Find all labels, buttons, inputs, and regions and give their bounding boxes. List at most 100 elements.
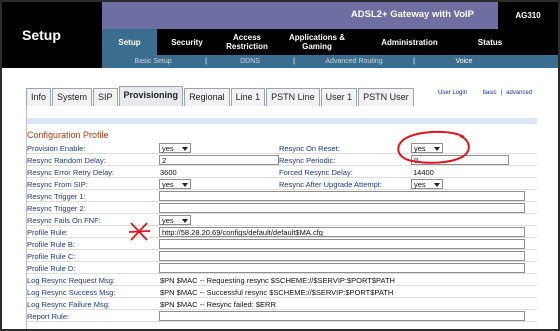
- panel-header-bar: [27, 118, 537, 124]
- tab-pstn-line[interactable]: PSTN Line: [266, 88, 320, 106]
- resync-periodic-label: Resync Periodic:: [279, 156, 336, 165]
- resync-periodic-input[interactable]: 0: [411, 155, 509, 165]
- provision-enable-select[interactable]: yes: [159, 143, 191, 153]
- nav-tab-applications-gaming[interactable]: Applications & Gaming: [277, 29, 357, 55]
- left-stripe: [2, 68, 20, 329]
- nav-tab-security[interactable]: Security: [157, 29, 217, 55]
- section-title: Configuration Profile: [27, 130, 109, 140]
- form-row: Log Resync Request Msg: $PN $MAC -- Requ…: [27, 275, 537, 286]
- resync-random-delay-label: Resync Random Delay:: [27, 156, 106, 165]
- report-rule-label: Report Rule:: [27, 312, 70, 321]
- resync-on-reset-label: Resync On Reset:: [279, 144, 340, 153]
- tab-provisioning[interactable]: Provisioning: [118, 86, 184, 106]
- form-row: Log Resync Failure Msg: $PN $MAC -- Resy…: [27, 299, 537, 310]
- resync-fails-on-fnf-label: Resync Fails On FNF:: [27, 216, 101, 225]
- user-login-link[interactable]: User Login: [438, 90, 467, 96]
- form-row: Resync Trigger 1:: [27, 191, 537, 202]
- resync-error-retry-delay-value[interactable]: 3600: [160, 168, 177, 177]
- profile-rule-c-label: Profile Rule C:: [27, 252, 76, 261]
- chevron-down-icon: [182, 183, 188, 187]
- resync-from-sip-select[interactable]: yes: [159, 179, 191, 189]
- form-row: Resync From SIP: yes Resync After Upgrad…: [27, 179, 537, 190]
- profile-rule-label: Profile Rule:: [27, 228, 68, 237]
- form-row: Resync Random Delay: 2 Resync Periodic: …: [27, 155, 537, 166]
- form-row: Resync Error Retry Delay: 3600 Forced Re…: [27, 167, 537, 178]
- resync-from-sip-value: yes: [162, 180, 174, 189]
- main-nav: Setup Security Access Restriction Applic…: [102, 29, 558, 55]
- links-separator: |: [500, 90, 503, 96]
- subnav-ddns[interactable]: DDNS: [208, 58, 292, 65]
- log-failure-label: Log Resync Failure Msg:: [27, 300, 110, 309]
- nav-tab-administration[interactable]: Administration: [357, 29, 462, 55]
- subnav-voice[interactable]: Voice: [416, 58, 512, 65]
- chevron-down-icon: [434, 147, 440, 151]
- resync-trigger-2-input[interactable]: [159, 203, 525, 213]
- form-row: Resync Fails On FNF: yes: [27, 215, 537, 226]
- header: Setup ADSL2+ Gateway with VoIP AG310 Set…: [2, 2, 558, 68]
- forced-resync-delay-label: Forced Resync Delay:: [279, 168, 353, 177]
- log-success-label: Log Resync Success Msg:: [27, 288, 116, 297]
- chevron-down-icon: [182, 147, 188, 151]
- resync-trigger-1-input[interactable]: [159, 191, 525, 201]
- product-name: ADSL2+ Gateway with VoIP: [350, 9, 474, 20]
- resync-after-upgrade-value: yes: [414, 180, 426, 189]
- profile-rule-b-label: Profile Rule B:: [27, 240, 75, 249]
- profile-rule-d-label: Profile Rule D:: [27, 264, 76, 273]
- subnav-basic-setup[interactable]: Basic Setup: [102, 58, 204, 65]
- content-area: Info System SIP Provisioning Regional Li…: [2, 68, 558, 329]
- tab-pstn-user[interactable]: PSTN User: [358, 88, 414, 106]
- product-banner: ADSL2+ Gateway with VoIP AG310: [102, 2, 558, 29]
- form-row: Log Resync Success Msg: $PN $MAC -- Succ…: [27, 287, 537, 298]
- forced-resync-delay-value[interactable]: 14400: [413, 168, 434, 177]
- log-success-value[interactable]: $PN $MAC -- Successful resync $SCHEME://…: [160, 288, 393, 297]
- resync-on-reset-value: yes: [414, 144, 426, 153]
- form-row: Resync Trigger 2:: [27, 203, 537, 214]
- report-rule-input[interactable]: [159, 311, 525, 321]
- tab-regional[interactable]: Regional: [184, 88, 230, 106]
- profile-rule-d-input[interactable]: [159, 263, 525, 273]
- resync-after-upgrade-label: Resync After Upgrade Attempt:: [279, 180, 382, 189]
- form-row: Report Rule:: [27, 311, 537, 322]
- form-row: Profile Rule B:: [27, 239, 537, 250]
- resync-from-sip-label: Resync From SIP:: [27, 180, 88, 189]
- provision-enable-label: Provision Enable:: [27, 144, 86, 153]
- profile-rule-b-input[interactable]: [159, 239, 525, 249]
- resync-on-reset-select[interactable]: yes: [411, 143, 443, 153]
- log-request-label: Log Resync Request Msg:: [27, 276, 115, 285]
- subnav-advanced-routing[interactable]: Advanced Routing: [296, 58, 412, 65]
- log-failure-value[interactable]: $PN $MAC -- Resync failed: $ERR: [160, 300, 276, 309]
- resync-random-delay-input[interactable]: 2: [159, 155, 279, 165]
- tab-user-1[interactable]: User 1: [320, 88, 358, 106]
- voice-tabs: Info System SIP Provisioning Regional Li…: [26, 86, 415, 106]
- tab-line-1[interactable]: Line 1: [230, 88, 266, 106]
- resync-trigger-2-label: Resync Trigger 2:: [27, 204, 86, 213]
- form-row: Provision Enable: yes Resync On Reset: y…: [27, 143, 537, 154]
- form-row: Profile Rule: http://58.28.20.69/configs…: [27, 227, 537, 238]
- advanced-link[interactable]: advanced: [506, 90, 532, 96]
- nav-tab-access-restriction[interactable]: Access Restriction: [217, 29, 277, 55]
- resync-fails-on-fnf-value: yes: [162, 216, 174, 225]
- router-admin-window: Setup ADSL2+ Gateway with VoIP AG310 Set…: [0, 0, 560, 331]
- page-title: Setup: [22, 27, 61, 43]
- basic-link[interactable]: basic: [483, 90, 497, 96]
- form-row: Profile Rule D:: [27, 263, 537, 274]
- profile-rule-c-input[interactable]: [159, 251, 525, 261]
- chevron-down-icon: [182, 219, 188, 223]
- view-links: User Login | basic | advanced: [438, 90, 532, 96]
- nav-tab-setup[interactable]: Setup: [102, 29, 157, 55]
- resync-after-upgrade-select[interactable]: yes: [411, 179, 443, 189]
- tab-system[interactable]: System: [52, 88, 93, 106]
- profile-rule-input[interactable]: http://58.28.20.69/configs/default/defau…: [159, 227, 525, 237]
- log-request-value[interactable]: $PN $MAC -- Requesting resync $SCHEME://…: [160, 276, 395, 285]
- provisioning-panel: Configuration Profile Provision Enable: …: [26, 106, 537, 329]
- tab-sip[interactable]: SIP: [93, 88, 118, 106]
- model-badge: AG310: [498, 2, 558, 29]
- resync-error-retry-delay-label: Resync Error Retry Delay:: [27, 168, 115, 177]
- chevron-down-icon: [434, 183, 440, 187]
- tab-info[interactable]: Info: [26, 88, 52, 106]
- resync-trigger-1-label: Resync Trigger 1:: [27, 192, 86, 201]
- nav-tab-status[interactable]: Status: [462, 29, 518, 55]
- form-row: Profile Rule C:: [27, 251, 537, 262]
- resync-fails-on-fnf-select[interactable]: yes: [159, 215, 191, 225]
- sub-nav: Basic Setup | DDNS | Advanced Routing | …: [102, 55, 558, 68]
